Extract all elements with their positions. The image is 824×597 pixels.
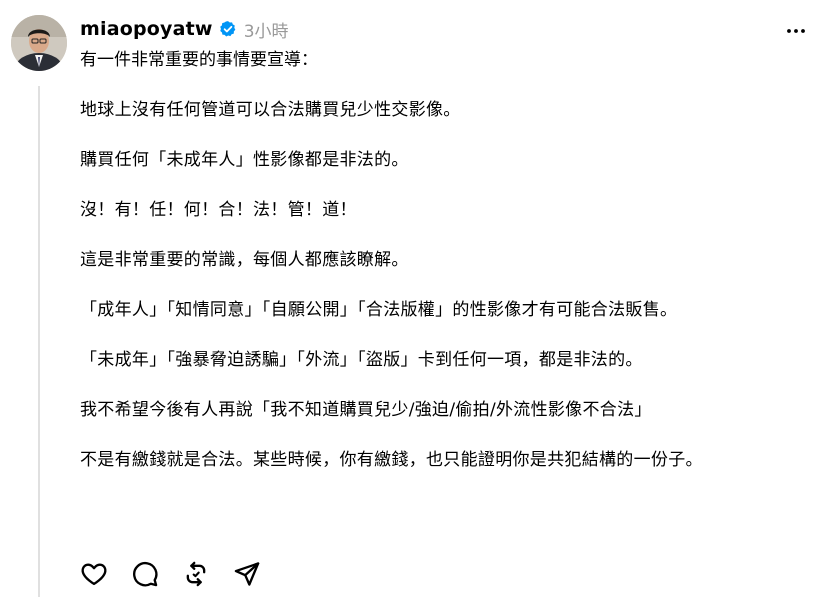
avatar[interactable] — [11, 15, 67, 71]
post-timestamp[interactable]: 3小時 — [244, 17, 289, 42]
post-paragraph: 「未成年」「強暴脅迫誘騙」「外流」「盜版」卡到任何一項，都是非法的。 — [80, 350, 643, 370]
username[interactable]: miaopoyatw — [80, 18, 213, 40]
post-body: 地球上沒有任何管道可以合法購買兒少性交影像。 購買任何「未成年人」性影像都是非法… — [80, 96, 800, 496]
post-intro: 有一件非常重要的事情要宣導： — [80, 50, 318, 70]
verified-badge-icon — [219, 20, 237, 38]
post-paragraph: 沒！有！任！何！合！法！管！道！ — [80, 200, 357, 220]
more-options-icon[interactable] — [784, 19, 808, 43]
comment-bubble-icon[interactable] — [131, 560, 159, 588]
post-paragraph: 不是有繳錢就是合法。某些時候，你有繳錢，也只能證明你是共犯結構的一份子。 — [80, 450, 703, 470]
send-icon[interactable] — [233, 560, 261, 588]
post-paragraph: 我不希望今後有人再說「我不知道購買兒少/強迫/偷拍/外流性影像不合法」 — [80, 400, 652, 420]
thread-line — [38, 86, 40, 597]
post-paragraph: 這是非常重要的常識，每個人都應該瞭解。 — [80, 250, 409, 270]
repost-icon[interactable] — [182, 560, 210, 588]
post-paragraph: 地球上沒有任何管道可以合法購買兒少性交影像。 — [80, 100, 461, 120]
avatar-image — [11, 15, 67, 71]
heart-icon[interactable] — [80, 560, 108, 588]
post-paragraph: 購買任何「未成年人」性影像都是非法的。 — [80, 150, 409, 170]
post-paragraph: 「成年人」「知情同意」「自願公開」「合法版權」的性影像才有可能合法販售。 — [80, 300, 678, 320]
post-header: miaopoyatw 3小時 — [80, 12, 289, 46]
post-actions — [80, 560, 284, 588]
